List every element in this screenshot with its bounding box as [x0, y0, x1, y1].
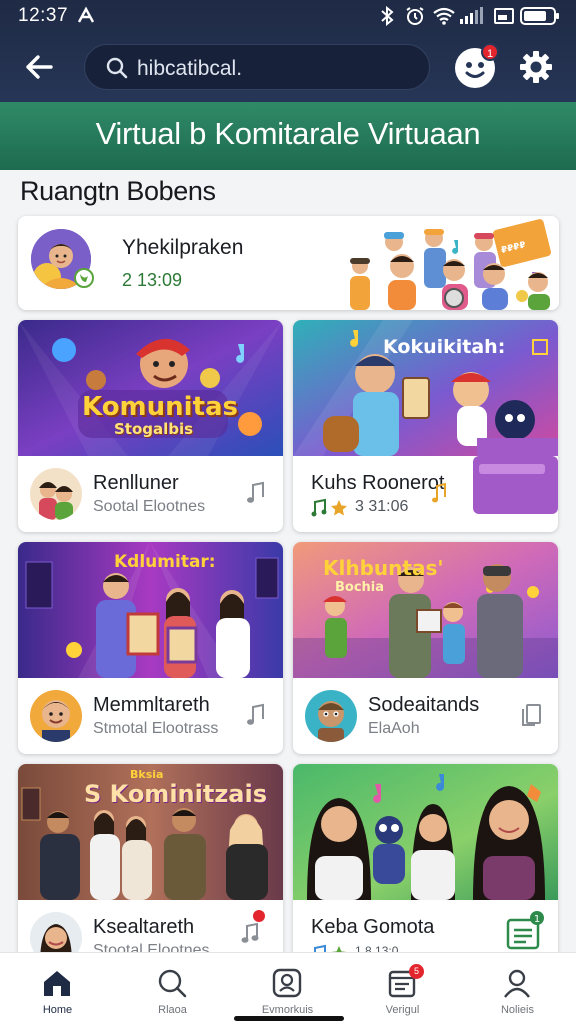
- room-card-image: Bksia S Kominitzais: [18, 764, 283, 900]
- room-card[interactable]: Bksia S Kominitzais Ksealtareth Stootal …: [18, 764, 283, 976]
- room-card[interactable]: Klhbuntas' Bochia Sodeaitands ElaAoh: [293, 542, 558, 754]
- status-bar: 12:37: [0, 0, 576, 32]
- search-icon: [106, 57, 128, 79]
- room-card-image: Kokuikitah:: [293, 320, 558, 456]
- search-bar[interactable]: hibcatibcal.: [84, 44, 430, 90]
- room-card-name: Keba Gomota: [311, 916, 435, 938]
- room-card-image-title: Komunitas: [82, 392, 239, 422]
- room-card[interactable]: Kokuikitah: Kuhs Roonerot 3 31:06: [293, 320, 558, 532]
- featured-room-illustration: ₽₽₽₽: [336, 216, 559, 310]
- sim-icon: [494, 8, 514, 24]
- section-title: Ruangtn Bobens: [20, 176, 216, 206]
- nav-label: Evmorkuis: [261, 1004, 314, 1016]
- list-badge: 1: [534, 914, 540, 925]
- wifi-icon: [433, 7, 455, 25]
- music-note-icon[interactable]: [430, 482, 450, 504]
- music-note-icon[interactable]: [243, 480, 269, 506]
- nav-item-profile[interactable]: Nolieis: [460, 953, 575, 1024]
- home-icon: [44, 971, 70, 996]
- room-card-name: Kuhs Roonerot: [311, 472, 445, 494]
- page-banner: Virtual b Komitarale Virtuaan: [0, 102, 576, 170]
- alarm-icon: [406, 7, 424, 25]
- room-card-illustration-overflow: [473, 456, 558, 514]
- signal-icon: [460, 7, 483, 24]
- room-card-subtitle: ElaAoh: [368, 720, 420, 737]
- featured-room-card[interactable]: Yhekilpraken 2 13:09 ₽₽₽₽: [18, 216, 559, 310]
- room-card[interactable]: Kdlumitar: Memmltareth Stmotal Elootrass: [18, 542, 283, 754]
- app-header: 12:37 hibcatibcal. 1: [0, 0, 576, 102]
- back-arrow-icon[interactable]: [22, 50, 56, 84]
- music-note-icon[interactable]: [243, 702, 269, 728]
- nav-badge: 5: [409, 964, 424, 979]
- bluetooth-icon: [381, 6, 394, 26]
- featured-room-name: Yhekilpraken: [122, 236, 244, 259]
- battery-icon: [520, 7, 559, 25]
- notifications-button[interactable]: 1: [455, 43, 499, 88]
- room-card-image: Klhbuntas' Bochia: [293, 542, 558, 678]
- nav-label: Rlaoa: [158, 1004, 187, 1016]
- notification-badge: 1: [481, 43, 499, 61]
- room-card-name: Renlluner: [93, 472, 179, 494]
- room-card-name: Memmltareth: [93, 694, 210, 716]
- room-card-image-title: Klhbuntas': [323, 556, 444, 580]
- status-time: 12:37: [18, 5, 69, 26]
- user-icon: [504, 969, 530, 998]
- search-row: hibcatibcal. 1: [0, 40, 576, 94]
- avatar: [30, 468, 82, 520]
- avatar: [305, 690, 357, 742]
- nav-item-events[interactable]: Evmorkuis: [230, 953, 345, 1024]
- room-card[interactable]: Komunitas Stogalbis Renlluner Sootal Elo…: [18, 320, 283, 532]
- search-icon: [158, 969, 187, 998]
- app-screen: 12:37 hibcatibcal. 1 Virtual b Komitaral…: [0, 0, 576, 1024]
- room-card-image-title: S Kominitzais: [84, 780, 267, 808]
- room-card-subtitle: Sootal Elootnes: [93, 498, 206, 515]
- nav-label: Verigul: [385, 1004, 420, 1016]
- home-indicator[interactable]: [234, 1016, 344, 1021]
- room-card-image: Kdlumitar:: [18, 542, 283, 678]
- copy-icon[interactable]: [518, 702, 544, 728]
- music-note-icon[interactable]: [239, 910, 269, 950]
- featured-room-meta: 2 13:09: [122, 270, 183, 290]
- profile-card-icon: [272, 968, 302, 998]
- search-input[interactable]: hibcatibcal.: [137, 57, 242, 81]
- room-card-image-subtitle: Bochia: [335, 580, 385, 595]
- nav-item-search[interactable]: Rlaoa: [115, 953, 230, 1024]
- online-status-icon: [74, 268, 94, 288]
- banner-title: Virtual b Komitarale Virtuaan: [95, 116, 481, 151]
- gear-icon[interactable]: [518, 49, 554, 85]
- room-card-image-title: Kdlumitar:: [114, 552, 216, 572]
- avatar: [30, 690, 82, 742]
- nav-label: Home: [42, 1004, 73, 1016]
- room-card-image: Komunitas Stogalbis: [18, 320, 283, 456]
- list-icon[interactable]: 1: [504, 910, 544, 952]
- room-card-name: Sodeaitands: [368, 694, 480, 716]
- room-card-name: Ksealtareth: [93, 916, 195, 938]
- room-card[interactable]: Keba Gomota 1.8 13:0 1: [293, 764, 558, 976]
- room-card-image: [293, 764, 558, 900]
- bottom-navigation: Home Rlaoa Evmorkuis 5 Verigul Nolieis: [0, 952, 576, 1024]
- room-card-image-subtitle: Stogalbis: [114, 420, 194, 438]
- room-card-subtitle: Stmotal Elootrass: [93, 720, 219, 737]
- nav-item-home[interactable]: Home: [0, 953, 115, 1024]
- nav-label: Nolieis: [500, 1004, 534, 1016]
- room-card-image-title: Kokuikitah:: [383, 336, 506, 358]
- room-card-subtitle: 3 31:06: [355, 498, 409, 515]
- nav-item-schedule[interactable]: 5 Verigul: [345, 953, 460, 1024]
- app-notification-icon: [77, 6, 95, 23]
- music-star-icon: [311, 498, 347, 517]
